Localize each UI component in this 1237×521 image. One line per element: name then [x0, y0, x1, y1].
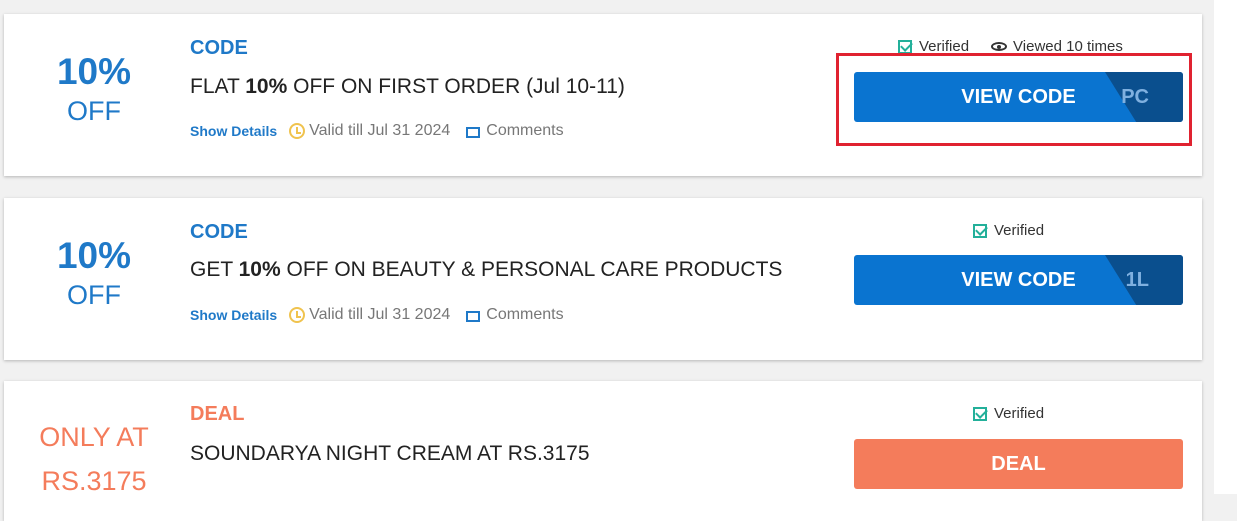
offer-type-label: DEAL: [190, 403, 245, 425]
offer-status: Verified: [973, 405, 1044, 422]
offer-title: GET 10% OFF ON BEAUTY & PERSONAL CARE PR…: [190, 258, 783, 281]
verified-label: Verified: [994, 405, 1045, 422]
offer-card: ONLY AT RS.3175 DEAL SOUNDARYA NIGHT CRE…: [4, 381, 1202, 521]
discount-value: 10%: [56, 235, 132, 276]
validity-text: Valid till Jul 31 2024: [309, 122, 451, 139]
view-code-button[interactable]: 1L VIEW CODE: [854, 255, 1183, 305]
comment-icon[interactable]: [466, 126, 481, 138]
verified-check-icon: [973, 406, 987, 421]
comment-icon[interactable]: [466, 310, 481, 322]
clock-icon: [289, 123, 306, 139]
offer-card: 10% OFF CODE FLAT 10% OFF ON FIRST ORDER…: [4, 14, 1202, 176]
clock-icon: [289, 307, 306, 323]
offer-meta: Show Details Valid till Jul 31 2024 Comm…: [190, 122, 564, 140]
view-code-label: VIEW CODE: [961, 86, 1076, 108]
verified-check-icon: [898, 39, 912, 54]
discount-unit: OFF: [67, 280, 121, 310]
verified-check-icon: [973, 223, 987, 238]
offer-type-label: CODE: [190, 221, 248, 243]
discount-badge: 10% OFF: [4, 51, 184, 127]
discount-price: RS.3175: [41, 466, 147, 496]
discount-value: 10%: [56, 51, 132, 92]
discount-badge: 10% OFF: [4, 235, 184, 311]
offer-card: 10% OFF CODE GET 10% OFF ON BEAUTY & PER…: [4, 198, 1202, 360]
discount-unit: OFF: [67, 96, 121, 126]
show-details-link[interactable]: Show Details: [190, 123, 277, 139]
verified-label: Verified: [994, 222, 1045, 239]
scroll-gutter: [1214, 0, 1237, 494]
comments-link[interactable]: Comments: [486, 122, 563, 140]
discount-badge: ONLY AT RS.3175: [4, 415, 184, 503]
offer-title: FLAT 10% OFF ON FIRST ORDER (Jul 10-11): [190, 75, 625, 98]
eye-icon: [991, 42, 1008, 51]
discount-line: ONLY AT: [39, 422, 149, 452]
offer-meta: Show Details Valid till Jul 31 2024 Comm…: [190, 306, 564, 324]
offer-status: Verified: [973, 222, 1044, 239]
offer-title: SOUNDARYA NIGHT CREAM AT RS.3175: [190, 442, 590, 465]
deal-button[interactable]: DEAL: [854, 439, 1183, 489]
validity-text: Valid till Jul 31 2024: [309, 306, 451, 323]
comments-link[interactable]: Comments: [486, 306, 563, 324]
code-peek: 1L: [1125, 269, 1149, 291]
view-code-label: VIEW CODE: [961, 269, 1076, 291]
show-details-link[interactable]: Show Details: [190, 307, 277, 323]
offer-type-label: CODE: [190, 37, 248, 59]
